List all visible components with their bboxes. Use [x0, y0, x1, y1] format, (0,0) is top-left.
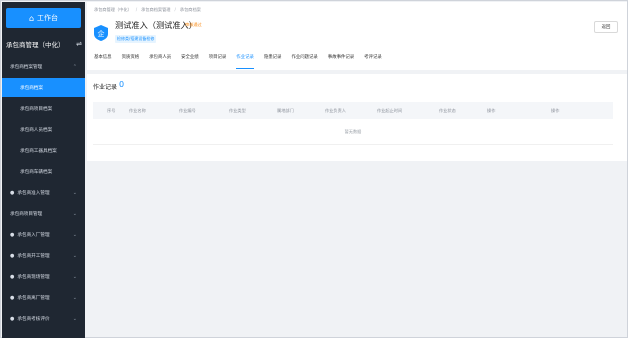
tab-work-records[interactable]: 作业记录 — [236, 53, 254, 69]
column-header: 序号 — [107, 108, 116, 113]
workbench-label: 工作台 — [37, 14, 59, 22]
enterprise-shield-icon: 企 — [94, 25, 108, 41]
location-pin-icon: ● — [10, 273, 15, 280]
location-pin-icon: ● — [10, 189, 15, 196]
location-pin-icon: ● — [10, 252, 15, 259]
work-records-card: 作业记录 0 序号 作业名称 作业编号 作业类型 属地部门 作业负责人 作业起止… — [87, 74, 627, 161]
sidebar-item-label: 承包商准入管理 — [17, 190, 50, 196]
sidebar-item-contractor-profile[interactable]: 承包商档案 — [2, 78, 85, 97]
sidebar-item-onsite[interactable]: ● 承包商现场管理 ⌄ — [2, 267, 85, 286]
column-header: 作业编号 — [179, 108, 196, 113]
sidebar-item-vehicle-profile[interactable]: 承包商车辆档案 — [2, 162, 85, 181]
location-pin-icon: ● — [10, 231, 15, 238]
category-tag: 检修类/搭建设备检修 — [115, 35, 157, 43]
tab-evaluation-records[interactable]: 考评记录 — [364, 53, 382, 69]
chevron-down-icon: ⌄ — [72, 315, 77, 322]
tab-qualifications[interactable]: 资质资格 — [122, 53, 140, 69]
column-header: 作业起止时间 — [377, 108, 403, 113]
sidebar-item-label: 承包商开工管理 — [17, 253, 50, 259]
chevron-down-icon: ⌄ — [72, 273, 77, 280]
tab-personnel[interactable]: 承包商人员 — [149, 53, 171, 69]
record-count: 0 — [119, 80, 125, 89]
sidebar-item-tools-profile[interactable]: 承包商工器具档案 — [2, 141, 85, 160]
breadcrumb-separator: / — [135, 7, 138, 12]
sidebar-item-label: 承包商项目管理 — [10, 211, 43, 217]
home-icon: ⌂ — [28, 13, 35, 23]
breadcrumb-separator: / — [174, 7, 176, 12]
location-pin-icon: ● — [10, 315, 15, 322]
sidebar-item-label: 承包商车辆档案 — [20, 169, 53, 175]
tab-work-issue-records[interactable]: 作业问题记录 — [291, 53, 317, 69]
chevron-down-icon: ⌄ — [72, 231, 77, 238]
chevron-down-icon: ⌄ — [72, 294, 77, 301]
sidebar-item-start-work[interactable]: ● 承包商开工管理 ⌄ — [2, 246, 85, 265]
chevron-down-icon: ⌄ — [72, 210, 77, 217]
location-pin-icon: ● — [10, 294, 15, 301]
sidebar-item-evaluation[interactable]: ● 承包商考核评价 ⌄ — [2, 309, 85, 328]
chevron-down-icon: ⌄ — [72, 189, 77, 196]
profile-header: 承包商管理（中化） / 承包商档案管理 / 承包商档案 企 测试准入（测试准入）… — [87, 2, 627, 70]
tab-incident-records[interactable]: 事故事件记录 — [328, 53, 354, 69]
column-header: 作业类型 — [229, 108, 246, 113]
card-title: 作业记录 — [93, 84, 118, 91]
sidebar-item-label: 承包商现场管理 — [17, 274, 50, 280]
sidebar-item-project-profile[interactable]: 承包商项目档案 — [2, 99, 85, 118]
sidebar-item-label: 承包商入厂管理 — [17, 232, 50, 238]
sidebar-item-label: 承包商档案 — [20, 85, 43, 91]
sidebar-item-exit[interactable]: ● 承包商离厂管理 ⌄ — [2, 288, 85, 307]
sidebar-item-entry-management[interactable]: ● 承包商入厂管理 ⌄ — [2, 225, 85, 244]
sidebar-section-title: 承包商管理（中化） ⇌ — [6, 38, 84, 50]
tab-basic-info[interactable]: 基本信息 — [94, 53, 112, 69]
sidebar-item-label: 承包商人员档案 — [20, 127, 53, 133]
sidebar-item-admission[interactable]: ● 承包商准入管理 ⌄ — [2, 183, 85, 202]
table-header: 序号 作业名称 作业编号 作业类型 属地部门 作业负责人 作业起止时间 作业状态… — [93, 102, 613, 119]
column-header: 作业状态 — [439, 108, 456, 113]
column-header: 作业负责人 — [325, 108, 346, 113]
breadcrumb-item[interactable]: 承包商档案管理 — [141, 7, 170, 13]
sidebar-item-profile-management[interactable]: 承包商档案管理 ⌃ — [2, 57, 85, 76]
breadcrumb: 承包商管理（中化） / 承包商档案管理 / 承包商档案 — [94, 7, 201, 13]
profile-tabs: 基本信息 资质资格 承包商人员 安全业绩 项目记录 作业记录 隐患记录 作业问题… — [94, 53, 382, 69]
back-button[interactable]: 返回 — [594, 21, 618, 33]
sidebar-item-label: 承包商档案管理 — [10, 64, 43, 70]
sidebar-item-label: 承包商考核评价 — [17, 316, 50, 322]
sidebar-item-label: 承包商离厂管理 — [17, 295, 50, 301]
column-header: 属地部门 — [277, 108, 294, 113]
svg-text:企: 企 — [98, 29, 105, 38]
chevron-down-icon: ⌄ — [72, 252, 77, 259]
column-header: 操作 — [551, 108, 560, 113]
breadcrumb-item[interactable]: 承包商管理（中化） — [94, 7, 132, 13]
breadcrumb-item: 承包商档案 — [179, 7, 201, 12]
sidebar-item-project-management[interactable]: 承包商项目管理 ⌄ — [2, 204, 85, 223]
sidebar-item-label: 承包商项目档案 — [20, 106, 53, 112]
sidebar-item-label: 承包商工器具档案 — [20, 148, 57, 154]
chevron-up-icon: ⌃ — [72, 63, 77, 70]
tab-project-records[interactable]: 项目记录 — [209, 53, 227, 69]
sidebar-item-personnel-profile[interactable]: 承包商人员档案 — [2, 120, 85, 139]
app-frame: ⌂ 工作台 承包商管理（中化） ⇌ 承包商档案管理 ⌃ 承包商档案 承包商项目档… — [0, 0, 628, 338]
tab-hazard-records[interactable]: 隐患记录 — [264, 53, 282, 69]
tab-safety-performance[interactable]: 安全业绩 — [181, 53, 199, 69]
empty-state: 暂无数据 — [93, 119, 613, 145]
collapse-toggle-icon[interactable]: ⇌ — [76, 40, 84, 48]
section-title-label: 承包商管理（中化） — [6, 41, 65, 49]
sidebar: ⌂ 工作台 承包商管理（中化） ⇌ 承包商档案管理 ⌃ 承包商档案 承包商项目档… — [2, 2, 85, 338]
column-header: 操作 — [487, 108, 496, 113]
status-badge: 审核通过 — [185, 22, 202, 27]
workbench-button[interactable]: ⌂ 工作台 — [6, 8, 81, 28]
column-header: 作业名称 — [129, 108, 146, 113]
